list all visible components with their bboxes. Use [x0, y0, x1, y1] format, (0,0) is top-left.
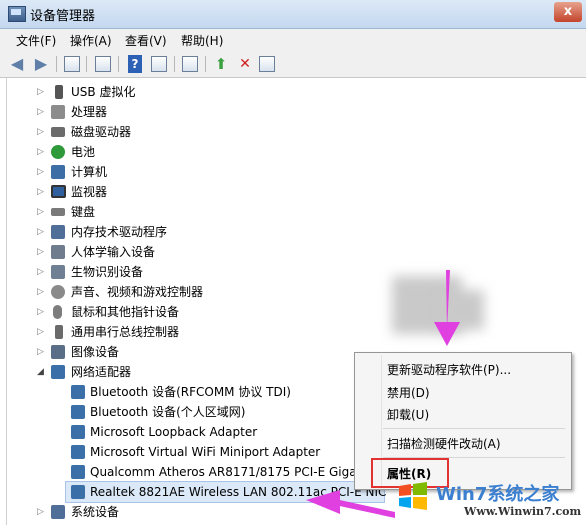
annotation-arrows — [306, 270, 460, 518]
watermark-url: Www.Winwin7.com — [464, 505, 582, 518]
watermark-brand: Win7系统之家 — [436, 484, 560, 505]
down-arrow-head-icon — [434, 322, 460, 346]
windows-logo-icon — [399, 482, 427, 510]
left-arrow-icon — [335, 499, 395, 518]
left-arrow-head-icon — [306, 490, 340, 514]
down-arrow-icon — [446, 270, 450, 330]
